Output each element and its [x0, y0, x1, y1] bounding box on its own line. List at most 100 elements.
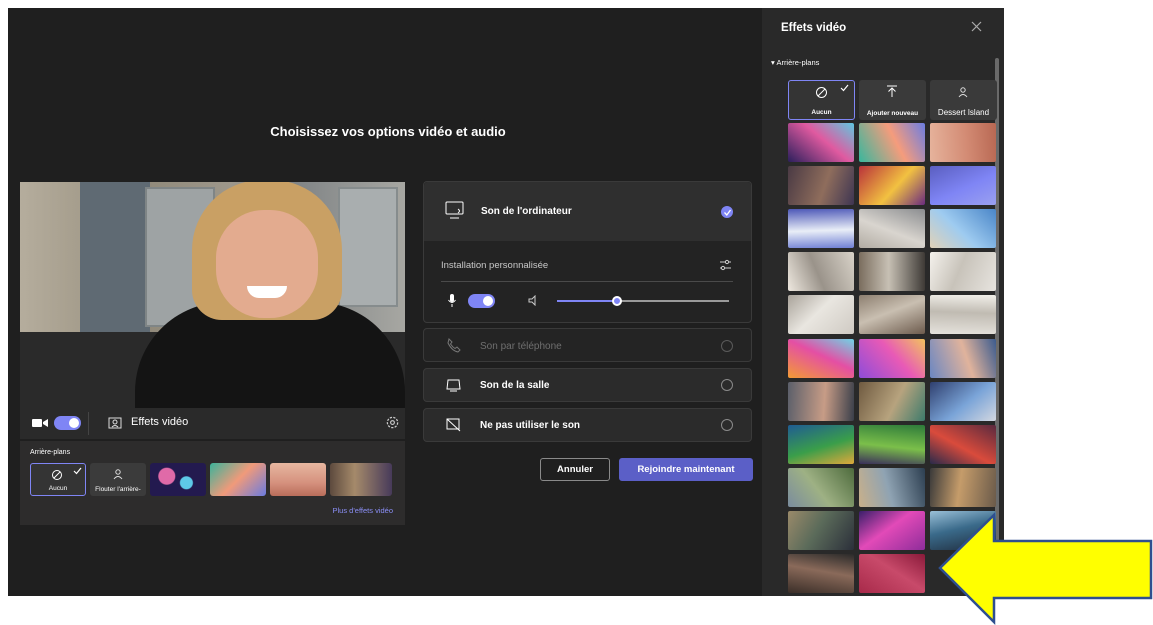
- panel-title: Effets vidéo: [781, 22, 847, 34]
- background-thumbnail[interactable]: [859, 209, 925, 249]
- background-blur-tile[interactable]: Flouter l'arrière-: [90, 463, 146, 496]
- background-thumbnail[interactable]: [930, 166, 996, 206]
- background-thumbnail[interactable]: [859, 338, 925, 378]
- background-thumbnail[interactable]: [930, 381, 996, 421]
- background-thumbnail[interactable]: [859, 381, 925, 421]
- camera-icon: [32, 419, 48, 427]
- check-icon: [840, 84, 849, 92]
- phone-audio-radio[interactable]: [721, 340, 733, 352]
- speaker-volume-slider[interactable]: [557, 296, 729, 306]
- background-thumbnail[interactable]: [859, 295, 925, 335]
- dessert-island-tile[interactable]: Dessert Island: [930, 80, 997, 120]
- background-thumbnail[interactable]: [788, 381, 854, 421]
- background-thumbnail[interactable]: [859, 123, 925, 162]
- custom-setup-label: Installation personnalisée: [441, 260, 549, 271]
- background-thumbnail[interactable]: [930, 123, 996, 162]
- background-thumbnail[interactable]: [859, 424, 925, 464]
- background-none-tile[interactable]: Aucun: [788, 80, 855, 120]
- divider: [441, 281, 733, 282]
- background-thumbnail[interactable]: [930, 209, 996, 249]
- check-icon: [73, 467, 82, 475]
- room-audio-label: Son de la salle: [480, 380, 550, 391]
- preview-toolbar: Effets vidéo: [20, 408, 405, 439]
- none-icon: [52, 470, 62, 480]
- background-thumbnail[interactable]: [788, 467, 854, 507]
- tile-label: Flouter l'arrière-: [95, 486, 141, 493]
- background-thumbnail[interactable]: [859, 510, 925, 550]
- tile-label: Dessert Island: [937, 108, 990, 117]
- tile-label: Ajouter nouveau: [866, 110, 919, 117]
- computer-audio-label: Son de l'ordinateur: [481, 206, 572, 217]
- backgrounds-label: Arrière-plans: [30, 449, 71, 456]
- video-effects-icon: [108, 417, 122, 429]
- slider-fill: [557, 300, 618, 302]
- background-thumbnail[interactable]: [788, 166, 854, 206]
- computer-audio-header[interactable]: Son de l'ordinateur: [424, 182, 751, 241]
- background-thumbnail[interactable]: [859, 554, 925, 593]
- background-thumbnail[interactable]: [788, 295, 854, 335]
- tile-label: Aucun: [811, 109, 832, 116]
- background-thumbnail[interactable]: [788, 424, 854, 464]
- computer-audio-option[interactable]: Son de l'ordinateur Installation personn…: [423, 181, 752, 323]
- yellow-arrow-annotation: [938, 512, 1153, 625]
- background-thumbnail[interactable]: [859, 252, 925, 292]
- background-none-tile[interactable]: Aucun: [30, 463, 86, 496]
- background-thumbnail[interactable]: [788, 554, 854, 593]
- computer-audio-radio[interactable]: [721, 206, 733, 218]
- video-effects-button[interactable]: Effets vidéo: [131, 416, 188, 428]
- background-thumbnail[interactable]: [930, 252, 996, 292]
- background-thumbnail[interactable]: [859, 467, 925, 507]
- room-audio-option[interactable]: Son de la salle: [423, 368, 752, 402]
- room-audio-radio[interactable]: [721, 379, 733, 391]
- speaker-icon: [528, 295, 536, 306]
- close-icon[interactable]: [971, 21, 982, 32]
- microphone-toggle[interactable]: [468, 294, 495, 308]
- camera-preview: [20, 182, 405, 408]
- background-tile[interactable]: [150, 463, 206, 496]
- phone-audio-option[interactable]: Son par téléphone: [423, 328, 752, 362]
- person-smile: [247, 286, 287, 298]
- no-audio-radio[interactable]: [721, 419, 733, 431]
- background-tile[interactable]: [270, 463, 326, 496]
- background-thumbnail[interactable]: [930, 338, 996, 378]
- settings-sliders-icon[interactable]: [719, 259, 732, 271]
- gear-icon[interactable]: [385, 415, 400, 430]
- background-tile[interactable]: [330, 463, 392, 496]
- divider: [88, 412, 89, 435]
- background-thumbnail[interactable]: [788, 123, 854, 162]
- camera-toggle[interactable]: [54, 416, 81, 430]
- phone-icon: [447, 338, 461, 353]
- upload-icon: [887, 85, 897, 97]
- backgrounds-section[interactable]: ▾ Arrière-plans: [771, 58, 819, 67]
- background-thumbnail[interactable]: [930, 467, 996, 507]
- add-new-background-tile[interactable]: Ajouter nouveau: [859, 80, 926, 120]
- room-audio-icon: [446, 379, 461, 392]
- background-tile[interactable]: [210, 463, 266, 496]
- slider-thumb[interactable]: [612, 296, 623, 306]
- no-audio-label: Ne pas utiliser le son: [480, 420, 581, 431]
- blur-icon: [958, 87, 968, 98]
- background-thumbnail[interactable]: [788, 510, 854, 550]
- tile-label: Aucun: [48, 485, 68, 492]
- background-thumbnail[interactable]: [930, 424, 996, 464]
- computer-audio-icon: [445, 201, 464, 219]
- background-thumbnail[interactable]: [788, 338, 854, 378]
- background-thumbnail[interactable]: [930, 295, 996, 335]
- background-thumbnail[interactable]: [788, 209, 854, 249]
- door: [80, 182, 150, 332]
- cancel-button[interactable]: Annuler: [540, 458, 610, 481]
- background-thumbnail[interactable]: [859, 166, 925, 206]
- none-icon: [816, 87, 827, 98]
- phone-audio-label: Son par téléphone: [480, 341, 562, 352]
- no-audio-option[interactable]: Ne pas utiliser le son: [423, 408, 752, 442]
- no-audio-icon: [446, 418, 461, 432]
- blur-icon: [113, 469, 123, 480]
- background-thumbnail[interactable]: [788, 252, 854, 292]
- join-now-button[interactable]: Rejoindre maintenant: [619, 458, 753, 481]
- page-title: Choisissez vos options vidéo et audio: [270, 124, 506, 139]
- video-effects-panel: Effets vidéo ▾ Arrière-plans Aucun Ajout…: [762, 8, 1004, 596]
- person-face: [216, 210, 318, 318]
- filing-cabinet: [338, 187, 398, 307]
- section-label: Arrière-plans: [776, 58, 820, 67]
- more-video-effects-link[interactable]: Plus d'effets vidéo: [333, 506, 394, 515]
